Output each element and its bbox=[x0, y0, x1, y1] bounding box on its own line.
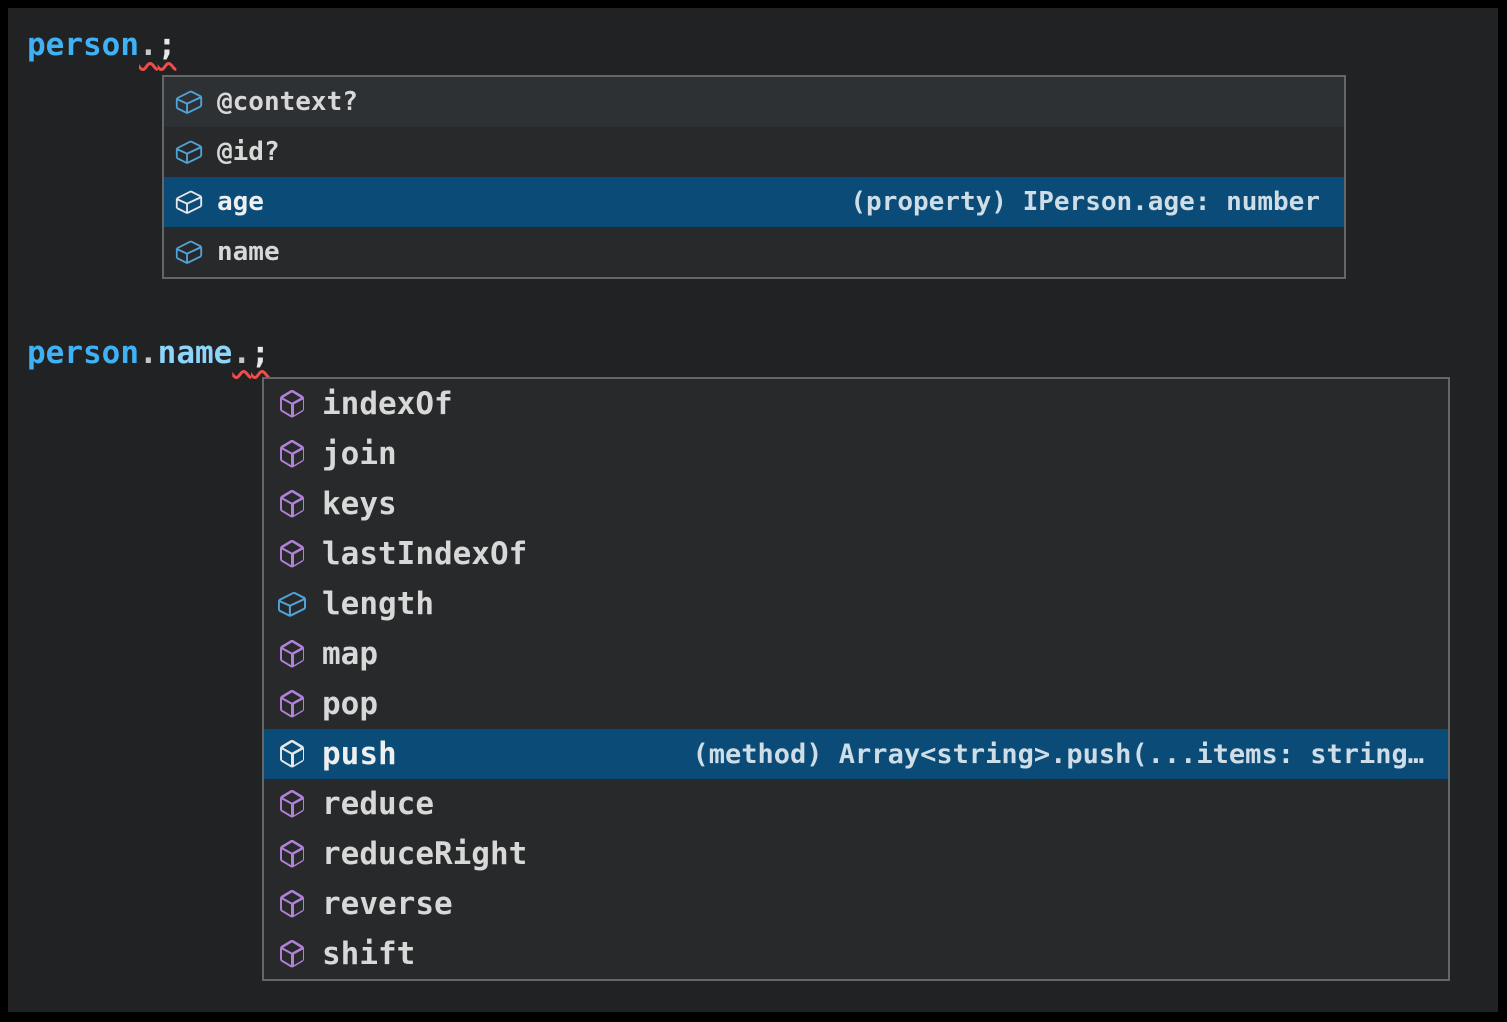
suggest-item-label: reduce bbox=[322, 786, 434, 822]
suggest-item-label: join bbox=[322, 436, 397, 472]
suggest-item-label: keys bbox=[322, 486, 397, 522]
suggest-item-label: reverse bbox=[322, 886, 453, 922]
suggest-item-label: age bbox=[217, 187, 264, 217]
suggest-item-age[interactable]: age (property) IPerson.age: number bbox=[164, 177, 1344, 227]
suggest-widget-person: @context? @id? age (property) IPerson.age: … bbox=[162, 75, 1346, 279]
suggest-item-push[interactable]: push (method) Array<string>.push(...items… bbox=[264, 729, 1448, 779]
suggest-item-label: pop bbox=[322, 686, 378, 722]
suggest-widget-person-name: indexOf join keys lastIndexOf length map pop pu… bbox=[262, 377, 1450, 981]
symbol-method-icon bbox=[276, 488, 308, 520]
symbol-method-icon bbox=[276, 888, 308, 920]
code-token-punct-error: . bbox=[232, 335, 251, 371]
symbol-method-icon bbox=[276, 688, 308, 720]
suggest-item-reverse[interactable]: reverse bbox=[264, 879, 1448, 929]
symbol-method-icon bbox=[276, 538, 308, 570]
suggest-item-detail: (property) IPerson.age: number bbox=[850, 187, 1320, 217]
suggest-item--id-[interactable]: @id? bbox=[164, 127, 1344, 177]
suggest-item-detail: (method) Array<string>.push(...items: st… bbox=[693, 739, 1425, 770]
symbol-field-icon bbox=[174, 237, 204, 267]
code-token-punct-error: . bbox=[139, 27, 158, 63]
code-token-semi-error: ; bbox=[251, 335, 270, 371]
symbol-field-icon bbox=[174, 187, 204, 217]
suggest-item-length[interactable]: length bbox=[264, 579, 1448, 629]
suggest-item-join[interactable]: join bbox=[264, 429, 1448, 479]
editor-area[interactable]: person.; @context? @id? age (property) IPer… bbox=[8, 8, 1498, 1012]
symbol-field-icon bbox=[174, 137, 204, 167]
suggest-item-label: length bbox=[322, 586, 434, 622]
code-token-semi-error: ; bbox=[158, 27, 177, 63]
suggest-item-map[interactable]: map bbox=[264, 629, 1448, 679]
suggest-item-label: indexOf bbox=[322, 386, 453, 422]
suggest-item-label: push bbox=[322, 736, 397, 772]
symbol-field-icon bbox=[276, 588, 308, 620]
symbol-method-icon bbox=[276, 638, 308, 670]
suggest-item-reduceright[interactable]: reduceRight bbox=[264, 829, 1448, 879]
code-line-2[interactable]: person.name.; bbox=[27, 334, 270, 372]
suggest-item-label: @id? bbox=[217, 137, 280, 167]
suggest-item-label: name bbox=[217, 237, 280, 267]
suggest-item-indexof[interactable]: indexOf bbox=[264, 379, 1448, 429]
code-token-variable: person bbox=[27, 335, 139, 371]
screenshot-frame: person.; @context? @id? age (property) IPer… bbox=[0, 0, 1507, 1022]
suggest-item-label: lastIndexOf bbox=[322, 536, 527, 572]
suggest-item-keys[interactable]: keys bbox=[264, 479, 1448, 529]
symbol-method-icon bbox=[276, 788, 308, 820]
suggest-item-lastindexof[interactable]: lastIndexOf bbox=[264, 529, 1448, 579]
symbol-method-icon bbox=[276, 738, 308, 770]
symbol-field-icon bbox=[174, 87, 204, 117]
suggest-item-shift[interactable]: shift bbox=[264, 929, 1448, 979]
suggest-item-label: shift bbox=[322, 936, 415, 972]
suggest-item-pop[interactable]: pop bbox=[264, 679, 1448, 729]
symbol-method-icon bbox=[276, 388, 308, 420]
suggest-item-reduce[interactable]: reduce bbox=[264, 779, 1448, 829]
symbol-method-icon bbox=[276, 938, 308, 970]
suggest-item--context-[interactable]: @context? bbox=[164, 77, 1344, 127]
code-token-variable: person bbox=[27, 27, 139, 63]
code-token-punct: . bbox=[139, 335, 158, 371]
code-line-1[interactable]: person.; bbox=[27, 26, 176, 64]
symbol-method-icon bbox=[276, 838, 308, 870]
suggest-item-label: map bbox=[322, 636, 378, 672]
symbol-method-icon bbox=[276, 438, 308, 470]
suggest-item-label: reduceRight bbox=[322, 836, 527, 872]
suggest-item-name[interactable]: name bbox=[164, 227, 1344, 277]
code-token-property: name bbox=[158, 335, 233, 371]
suggest-item-label: @context? bbox=[217, 87, 358, 117]
